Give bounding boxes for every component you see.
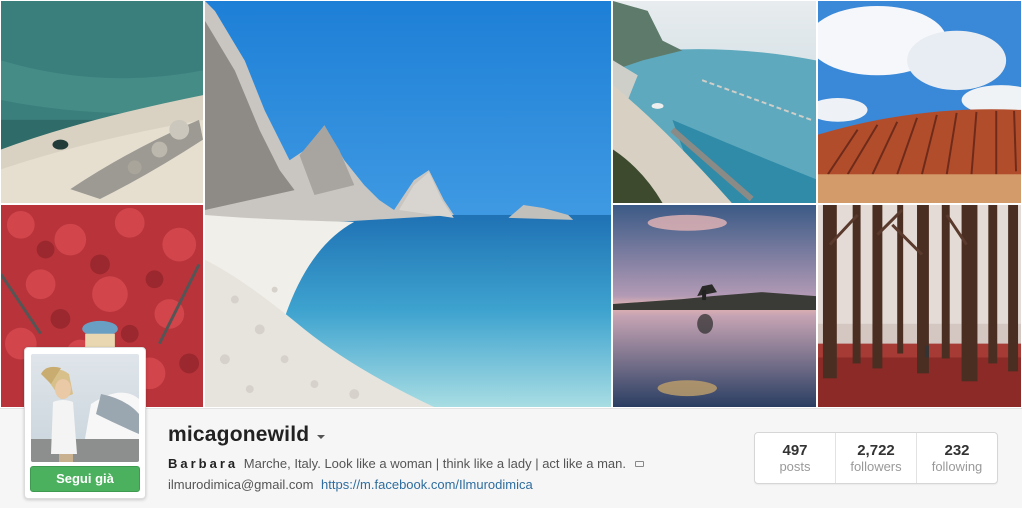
stat-followers-value: 2,722 [857, 442, 895, 459]
stat-following-label: following [931, 459, 983, 474]
bio-name: Barbara [168, 456, 239, 471]
photo-white-beach-cliffs[interactable] [204, 0, 612, 408]
email-text: ilmurodimica@gmail.com [168, 477, 314, 492]
stats-box: 497 posts 2,722 followers 232 following [754, 432, 998, 484]
stat-followers-label: followers [850, 459, 902, 474]
profile-avatar-card: Segui già [24, 347, 146, 499]
photo-coastline-aerial[interactable] [612, 0, 817, 204]
contact-line: ilmurodimica@gmail.com https://m.faceboo… [168, 477, 533, 492]
photo-lake-sunset[interactable] [612, 204, 817, 408]
photo-mosaic [0, 0, 1022, 408]
stat-following-value: 232 [944, 442, 970, 459]
stat-posts-label: posts [779, 459, 811, 474]
avatar[interactable] [31, 354, 139, 462]
photo-sea-rocks-aerial[interactable] [0, 0, 204, 204]
envelope-icon [634, 461, 644, 467]
stat-following[interactable]: 232 following [917, 433, 997, 483]
photo-vineyard-clouds[interactable] [817, 0, 1022, 204]
website-link[interactable]: https://m.facebook.com/Ilmurodimica [321, 477, 533, 492]
stat-posts[interactable]: 497 posts [755, 433, 836, 483]
username: micagonewild [168, 423, 310, 446]
stat-followers[interactable]: 2,722 followers [836, 433, 917, 483]
username-row: micagonewild [168, 423, 326, 447]
chevron-down-icon[interactable] [317, 434, 326, 439]
follow-button[interactable]: Segui già [30, 466, 140, 492]
photo-autumn-forest[interactable] [817, 204, 1022, 408]
bio: Barbara Marche, Italy. Look like a woman… [168, 456, 644, 471]
bio-text: Marche, Italy. Look like a woman | think… [243, 456, 627, 471]
stat-posts-value: 497 [782, 442, 808, 459]
